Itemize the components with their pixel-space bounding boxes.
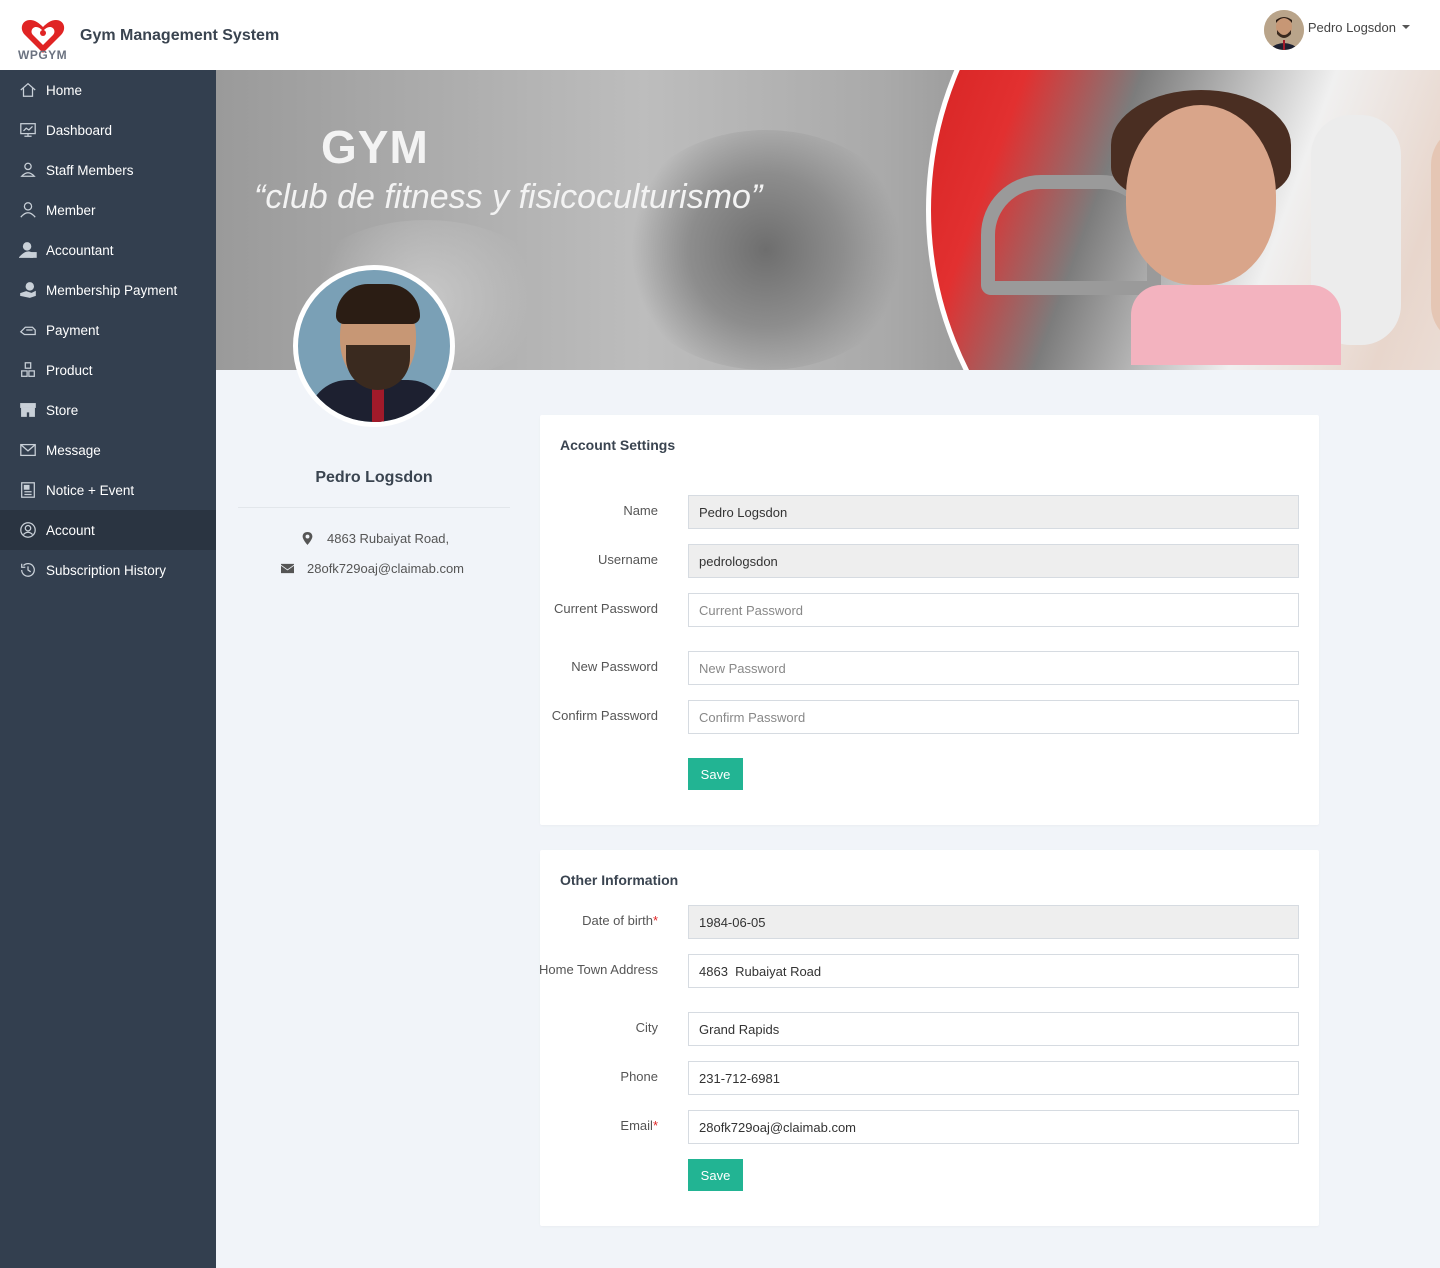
history-icon — [18, 560, 38, 580]
top-header: WPGYM Gym Management System Pedro Logsdo… — [0, 0, 1440, 70]
chevron-down-icon[interactable] — [1402, 25, 1410, 29]
account-settings-card: Account Settings Name Username Current P… — [540, 415, 1319, 825]
dob-label: Date of birth* — [538, 912, 658, 930]
map-marker-icon — [302, 532, 313, 545]
product-icon — [18, 360, 38, 380]
person-shape — [1431, 125, 1440, 345]
sidebar-item-label: Dashboard — [46, 122, 113, 138]
address-label: Home Town Address — [539, 962, 658, 977]
sidebar-item-dashboard[interactable]: Dashboard — [0, 110, 216, 150]
other-information-card: Other Information Date of birth* Home To… — [538, 850, 1319, 1226]
sidebar-item-label: Message — [46, 442, 101, 458]
sidebar-item-account[interactable]: Account — [0, 510, 216, 550]
user-name[interactable]: Pedro Logsdon — [1308, 20, 1396, 35]
required-mark: * — [652, 913, 658, 928]
sidebar-item-label: Membership Payment — [46, 282, 178, 298]
sidebar-item-notice-event[interactable]: Notice + Event — [0, 470, 216, 510]
profile-address: 4863 Rubaiyat Road, — [301, 531, 449, 546]
sidebar-item-product[interactable]: Product — [0, 350, 216, 390]
sidebar-item-label: Subscription History — [46, 562, 167, 578]
sidebar-item-label: Notice + Event — [46, 482, 135, 498]
confirm-password-label: Confirm Password — [551, 708, 658, 723]
name-field[interactable] — [688, 495, 1299, 529]
card-title: Other Information — [560, 872, 679, 888]
phone-field[interactable] — [688, 1061, 1299, 1095]
home-icon — [18, 80, 38, 100]
card-title: Account Settings — [560, 437, 676, 453]
save-account-button[interactable]: Save — [688, 758, 743, 790]
sidebar-item-store[interactable]: Store — [0, 390, 216, 430]
sidebar-item-member[interactable]: Member — [0, 190, 216, 230]
user-menu[interactable]: Pedro Logsdon — [1263, 10, 1410, 50]
payment-icon — [18, 320, 38, 340]
user-avatar[interactable] — [1263, 10, 1304, 50]
address-field[interactable] — [688, 954, 1299, 988]
banner-tagline: “club de fitness y fisicoculturismo” — [254, 178, 763, 216]
sidebar: Home Dashboard Staff Members Member Acco… — [0, 70, 216, 1268]
app-title: Gym Management System — [80, 27, 280, 44]
envelope-icon — [281, 563, 294, 574]
sidebar-item-label: Account — [46, 522, 95, 538]
divider — [238, 507, 510, 508]
username-field[interactable] — [688, 544, 1299, 578]
sidebar-item-label: Payment — [46, 322, 100, 338]
current-password-field[interactable] — [688, 593, 1299, 627]
profile-email: 28ofk729oaj@claimab.com — [281, 561, 464, 576]
account-icon — [18, 520, 38, 540]
sidebar-item-subscription-history[interactable]: Subscription History — [0, 550, 216, 590]
sidebar-item-label: Staff Members — [46, 162, 134, 178]
new-password-field[interactable] — [688, 651, 1299, 685]
phone-label: Phone — [620, 1069, 658, 1084]
accountant-icon — [18, 240, 38, 260]
person-face-shape — [1126, 105, 1276, 285]
name-label: Name — [623, 503, 658, 518]
profile-email-text: 28ofk729oaj@claimab.com — [307, 561, 465, 576]
profile-address-text: 4863 Rubaiyat Road, — [327, 531, 450, 546]
sidebar-item-label: Member — [46, 202, 96, 218]
sidebar-item-label: Home — [46, 82, 83, 98]
avatar-hair-shape — [336, 284, 420, 324]
sidebar-item-message[interactable]: Message — [0, 430, 216, 470]
sidebar-item-home[interactable]: Home — [0, 70, 216, 110]
current-password-label: Current Password — [553, 601, 658, 616]
sidebar-item-payment[interactable]: Payment — [0, 310, 216, 350]
save-other-info-button[interactable]: Save — [688, 1159, 743, 1191]
email-label: Email* — [538, 1117, 658, 1135]
banner-background-shape — [616, 130, 916, 370]
sidebar-item-staff-members[interactable]: Staff Members — [0, 150, 216, 190]
message-icon — [18, 440, 38, 460]
email-label-text: Email — [620, 1118, 653, 1133]
dob-label-text: Date of birth — [582, 913, 653, 928]
banner-photo — [926, 70, 1440, 370]
username-label: Username — [598, 552, 658, 567]
banner-title: GYM — [321, 121, 429, 173]
store-icon — [18, 400, 38, 420]
sidebar-item-label: Accountant — [46, 242, 114, 258]
staff-icon — [18, 160, 38, 180]
membership-payment-icon — [18, 280, 38, 300]
required-mark: * — [652, 1118, 658, 1133]
sidebar-item-label: Product — [46, 362, 93, 378]
confirm-password-field[interactable] — [688, 700, 1299, 734]
profile-avatar — [293, 265, 455, 427]
city-label: City — [635, 1020, 658, 1035]
sidebar-item-membership-payment[interactable]: Membership Payment — [0, 270, 216, 310]
dashboard-icon — [18, 120, 38, 140]
sidebar-item-label: Store — [46, 402, 79, 418]
person-shirt-shape — [1131, 285, 1341, 365]
profile-name: Pedro Logsdon — [315, 469, 433, 486]
logo-text: WPGYM — [18, 48, 68, 62]
notice-icon — [18, 480, 38, 500]
sidebar-item-accountant[interactable]: Accountant — [0, 230, 216, 270]
dob-field[interactable] — [688, 905, 1299, 939]
new-password-label: New Password — [571, 659, 658, 674]
city-field[interactable] — [688, 1012, 1299, 1046]
member-icon — [18, 200, 38, 220]
email-field[interactable] — [688, 1110, 1299, 1144]
